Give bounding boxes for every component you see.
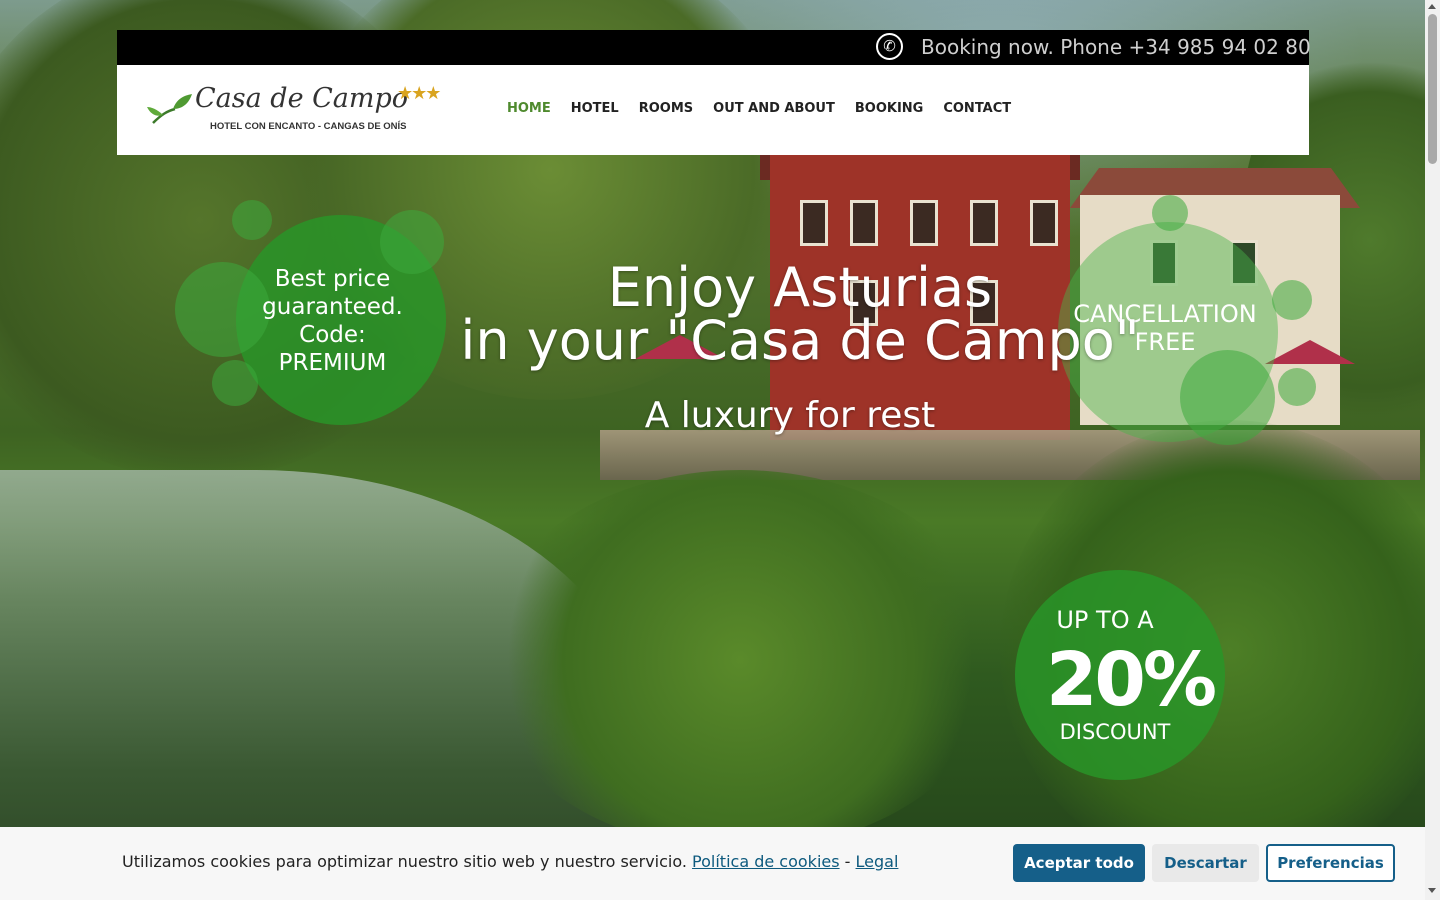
badge-bubble <box>232 200 272 240</box>
booking-topbar: ✆ Booking now. Phone +34 985 94 02 80 <box>117 30 1311 65</box>
discount-percent: 20% <box>1045 637 1217 723</box>
price-badge-line3: Code: <box>299 322 366 348</box>
discount-line3: DISCOUNT <box>1059 720 1171 744</box>
bushes <box>480 470 1000 850</box>
leaf-icon <box>147 94 192 124</box>
hero-subtitle: A luxury for rest <box>644 395 936 436</box>
window <box>800 200 828 246</box>
page-scrollbar[interactable] <box>1425 0 1440 900</box>
star-rating-icon: ★★★ <box>397 83 441 104</box>
window <box>970 200 998 246</box>
price-badge-code: PREMIUM <box>278 350 387 376</box>
window <box>850 200 878 246</box>
logo-name: Casa de Campo <box>195 83 409 114</box>
window <box>910 200 938 246</box>
nav-rooms[interactable]: ROOMS <box>629 101 703 116</box>
nav-booking[interactable]: BOOKING <box>845 101 933 116</box>
price-badge-line1: Best price <box>274 266 391 292</box>
badge-bubble <box>1152 195 1188 231</box>
hero-title-line2: in your "Casa de Campo" <box>460 309 1140 372</box>
booking-phone-text[interactable]: Booking now. Phone +34 985 94 02 80 <box>921 33 1311 61</box>
preferences-button[interactable]: Preferencias <box>1266 844 1395 882</box>
legal-link[interactable]: Legal <box>856 852 899 871</box>
nav-contact[interactable]: CONTACT <box>933 101 1021 116</box>
main-menu: HOME HOTEL ROOMS OUT AND ABOUT BOOKING C… <box>497 101 1021 116</box>
price-badge-line2: guaranteed. <box>262 294 403 320</box>
scroll-thumb[interactable] <box>1428 14 1437 164</box>
hero-title: Enjoy Asturias in your "Casa de Campo" <box>420 258 1180 368</box>
phone-icon[interactable]: ✆ <box>876 33 903 60</box>
badge-bubble <box>1272 280 1312 320</box>
scroll-up-arrow-icon[interactable] <box>1428 4 1436 9</box>
reject-button[interactable]: Descartar <box>1152 844 1259 882</box>
cookie-policy-link[interactable]: Política de cookies <box>692 852 840 871</box>
badge-bubble <box>1278 368 1316 406</box>
nav-out-and-about[interactable]: OUT AND ABOUT <box>703 101 845 116</box>
window <box>1030 200 1058 246</box>
badge-bubble <box>1180 350 1275 445</box>
cookie-banner: Utilizamos cookies para optimizar nuestr… <box>0 827 1425 900</box>
logo-subtitle: HOTEL CON ENCANTO - CANGAS DE ONÍS <box>210 121 407 132</box>
scroll-down-arrow-icon[interactable] <box>1428 888 1436 893</box>
nav-hotel[interactable]: HOTEL <box>561 101 629 116</box>
discount-line1: UP TO A <box>1056 606 1154 634</box>
cookie-text: Utilizamos cookies para optimizar nuestr… <box>122 852 687 871</box>
cookie-message: Utilizamos cookies para optimizar nuestr… <box>122 852 898 871</box>
main-navbar: Casa de Campo ★★★ HOTEL CON ENCANTO - CA… <box>117 65 1309 155</box>
accept-all-button[interactable]: Aceptar todo <box>1013 844 1145 882</box>
cookie-separator: - <box>844 852 851 871</box>
nav-home[interactable]: HOME <box>497 101 561 116</box>
site-logo[interactable]: Casa de Campo ★★★ HOTEL CON ENCANTO - CA… <box>147 83 447 141</box>
